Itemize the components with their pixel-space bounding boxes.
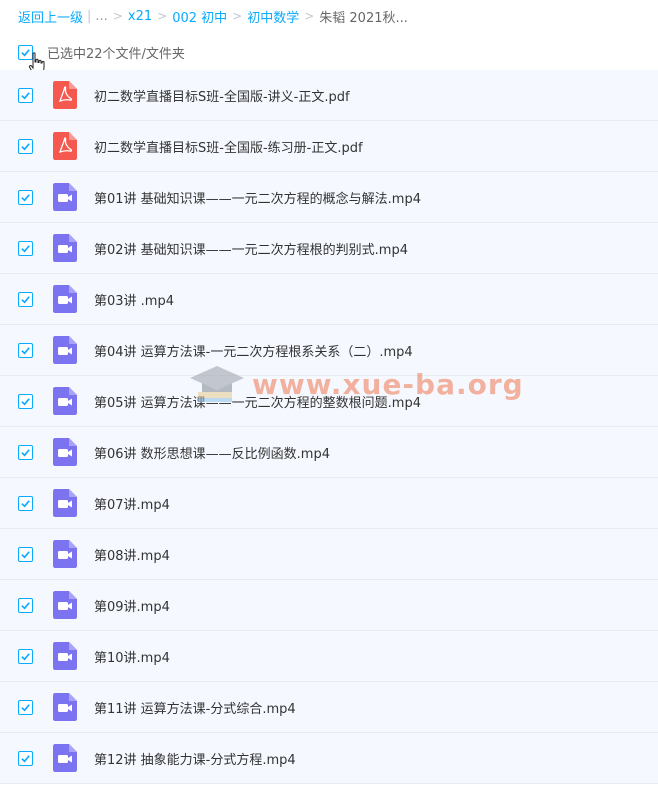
checkmark-icon — [21, 142, 30, 150]
video-file-icon — [53, 336, 77, 364]
file-name[interactable]: 第01讲 基础知识课——一元二次方程的概念与解法.mp4 — [94, 188, 421, 207]
pdf-file-icon — [53, 81, 77, 109]
file-checkbox[interactable] — [18, 546, 33, 562]
file-checkbox[interactable] — [18, 648, 33, 664]
file-name[interactable]: 初二数学直播目标S班-全国版-讲义-正文.pdf — [94, 86, 350, 105]
checkmark-icon — [21, 652, 30, 660]
video-file-icon — [53, 591, 77, 619]
checkmark-icon — [21, 754, 30, 762]
file-row[interactable]: 第07讲.mp4 — [0, 478, 658, 529]
file-name[interactable]: 初二数学直播目标S班-全国版-练习册-正文.pdf — [94, 137, 363, 156]
file-name[interactable]: 第12讲 抽象能力课-分式方程.mp4 — [94, 749, 296, 768]
breadcrumb-item-002[interactable]: 002 初中 — [172, 7, 227, 26]
checkmark-icon — [21, 703, 30, 711]
breadcrumb: 返回上一级 | ... > x21 > 002 初中 > 初中数学 > 朱韬 2… — [18, 6, 408, 26]
video-file-icon — [53, 183, 77, 211]
video-file-icon — [53, 285, 77, 313]
file-row[interactable]: 第01讲 基础知识课——一元二次方程的概念与解法.mp4 — [0, 172, 658, 223]
video-file-icon — [53, 234, 77, 262]
breadcrumb-item-x21[interactable]: x21 — [128, 9, 152, 24]
back-link[interactable]: 返回上一级 — [18, 7, 83, 26]
file-row[interactable]: 第11讲 运算方法课-分式综合.mp4 — [0, 682, 658, 733]
file-row[interactable]: 第12讲 抽象能力课-分式方程.mp4 — [0, 733, 658, 784]
file-row[interactable]: 第03讲 .mp4 — [0, 274, 658, 325]
checkmark-icon — [21, 91, 30, 99]
file-name[interactable]: 第02讲 基础知识课——一元二次方程根的判别式.mp4 — [94, 239, 408, 258]
video-file-icon — [53, 540, 77, 568]
file-checkbox[interactable] — [18, 597, 33, 613]
checkmark-icon — [21, 448, 30, 456]
separator: | — [87, 8, 92, 24]
file-checkbox[interactable] — [18, 189, 33, 205]
file-row[interactable]: 第06讲 数形思想课——反比例函数.mp4 — [0, 427, 658, 478]
file-name[interactable]: 第04讲 运算方法课-一元二次方程根系关系（二）.mp4 — [94, 341, 413, 360]
chevron-right-icon: > — [232, 9, 243, 23]
checkmark-icon — [21, 295, 30, 303]
watermark-text: www.xue-ba.org — [252, 367, 524, 401]
file-row[interactable]: 第02讲 基础知识课——一元二次方程根的判别式.mp4 — [0, 223, 658, 274]
file-checkbox[interactable] — [18, 240, 33, 256]
video-file-icon — [53, 693, 77, 721]
file-name[interactable]: 第08讲.mp4 — [94, 545, 170, 564]
file-checkbox[interactable] — [18, 87, 33, 103]
video-file-icon — [53, 642, 77, 670]
file-checkbox[interactable] — [18, 342, 33, 358]
checkmark-icon — [21, 346, 30, 354]
breadcrumb-ellipsis[interactable]: ... — [95, 9, 107, 24]
chevron-right-icon: > — [304, 9, 315, 23]
file-checkbox[interactable] — [18, 750, 33, 766]
file-name[interactable]: 第07讲.mp4 — [94, 494, 170, 513]
breadcrumb-item-math[interactable]: 初中数学 — [247, 7, 299, 26]
file-row[interactable]: 初二数学直播目标S班-全国版-练习册-正文.pdf — [0, 121, 658, 172]
file-name[interactable]: 第10讲.mp4 — [94, 647, 170, 666]
breadcrumb-current: 朱韬 2021秋... — [319, 10, 408, 26]
checkmark-icon — [21, 550, 30, 558]
file-checkbox[interactable] — [18, 495, 33, 511]
video-file-icon — [53, 489, 77, 517]
file-row[interactable]: 第09讲.mp4 — [0, 580, 658, 631]
file-checkbox[interactable] — [18, 444, 33, 460]
file-checkbox[interactable] — [18, 699, 33, 715]
file-name[interactable]: 第09讲.mp4 — [94, 596, 170, 615]
graduation-cap-icon — [190, 366, 244, 402]
video-file-icon — [53, 744, 77, 772]
file-name[interactable]: 第03讲 .mp4 — [94, 290, 174, 309]
file-list: 初二数学直播目标S班-全国版-讲义-正文.pdf 初二数学直播目标S班-全国版-练… — [0, 70, 658, 784]
file-name[interactable]: 第11讲 运算方法课-分式综合.mp4 — [94, 698, 296, 717]
file-row[interactable]: 第08讲.mp4 — [0, 529, 658, 580]
video-file-icon — [53, 438, 77, 466]
video-file-icon — [53, 387, 77, 415]
file-name[interactable]: 第06讲 数形思想课——反比例函数.mp4 — [94, 443, 330, 462]
file-row[interactable]: 第10讲.mp4 — [0, 631, 658, 682]
chevron-right-icon: > — [157, 9, 168, 23]
checkmark-icon — [21, 499, 30, 507]
checkmark-icon — [21, 244, 30, 252]
selection-count-label: 已选中22个文件/文件夹 — [47, 46, 185, 62]
checkmark-icon — [21, 397, 30, 405]
checkmark-icon — [21, 601, 30, 609]
checkmark-icon — [21, 193, 30, 201]
file-checkbox[interactable] — [18, 138, 33, 154]
file-row[interactable]: 初二数学直播目标S班-全国版-讲义-正文.pdf — [0, 70, 658, 121]
pdf-file-icon — [53, 132, 77, 160]
file-checkbox[interactable] — [18, 393, 33, 409]
file-checkbox[interactable] — [18, 291, 33, 307]
watermark: www.xue-ba.org — [188, 362, 524, 406]
chevron-right-icon: > — [112, 9, 123, 23]
